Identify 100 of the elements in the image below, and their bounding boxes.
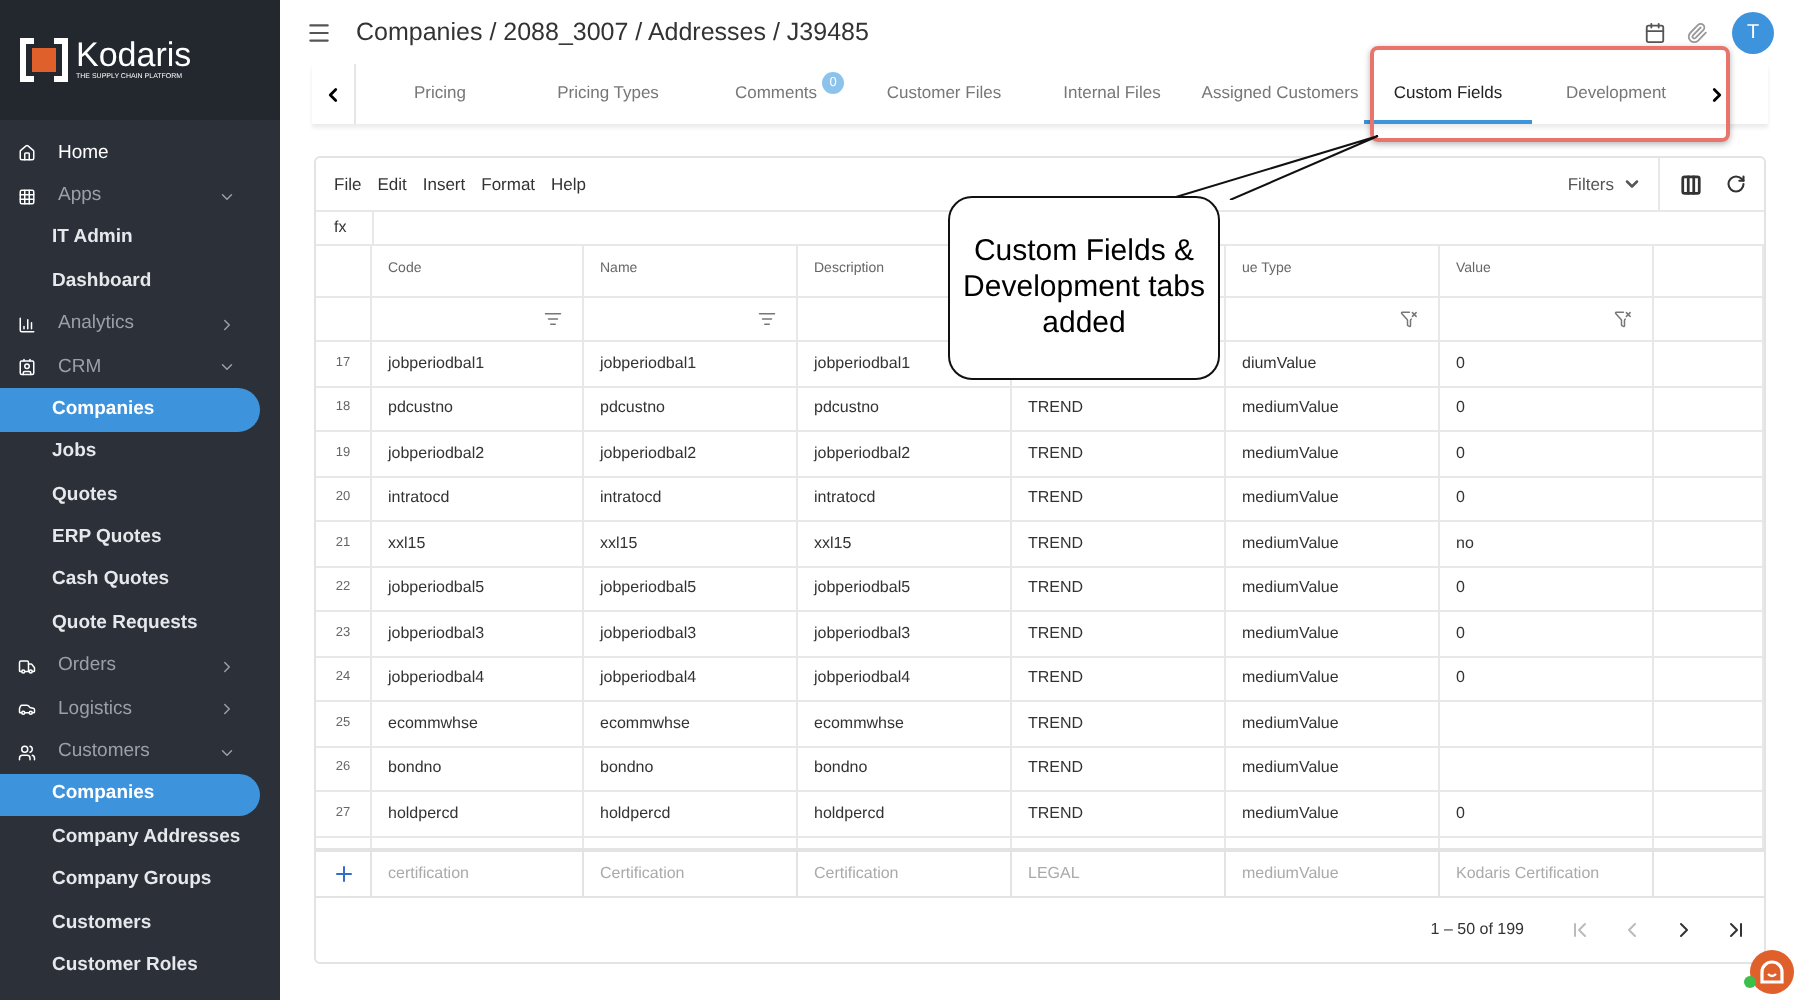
filter-icon[interactable] (758, 310, 776, 328)
menu-item[interactable]: Format (481, 171, 536, 197)
table-cell: TREND (1028, 666, 1084, 691)
columns-icon[interactable] (1680, 173, 1702, 195)
annotation-tooltip: Custom Fields & Development tabs added (948, 196, 1220, 380)
nav-item[interactable]: ERP Quotes (0, 517, 260, 560)
menu-icon[interactable] (306, 19, 332, 45)
breadcrumb: Companies / 2088_3007 / Addresses / J39485 (356, 15, 871, 50)
nav-section[interactable]: Orders (0, 645, 260, 689)
tab[interactable]: Pricing (356, 64, 524, 124)
formula-label: fx (332, 216, 349, 240)
menu-item[interactable]: Insert (422, 171, 466, 197)
menu-item[interactable]: Edit (377, 171, 407, 197)
table-cell: jobperiodbal5 (600, 576, 697, 601)
chevron-right-icon (218, 700, 236, 719)
table-cell: 0 (1456, 441, 1465, 466)
filter-icon[interactable] (544, 310, 562, 328)
table-cell: diumValue (1242, 351, 1317, 376)
tab[interactable]: Customer Files (860, 64, 1028, 124)
table-cell: TREND (1028, 621, 1084, 646)
tab[interactable]: Internal Files (1028, 64, 1196, 124)
nav-item[interactable]: Quote Requests (0, 602, 260, 646)
table-cell: pdcustno (814, 396, 879, 421)
table-cell: jobperiodbal1 (814, 351, 911, 376)
nav-item[interactable]: Companies (0, 773, 260, 817)
table-cell: TREND (1028, 576, 1084, 601)
table-cell: mediumValue (1242, 621, 1339, 646)
table-cell: pdcustno (388, 396, 453, 421)
logo-name: Kodaris (76, 38, 192, 73)
nav-section[interactable]: Apps (0, 174, 260, 218)
table-cell: 0 (1456, 576, 1465, 601)
nav-item[interactable]: Cash Quotes (0, 559, 260, 603)
last-page-icon[interactable] (1724, 917, 1748, 942)
table-cell: xxl15 (600, 531, 638, 556)
table-cell: mediumValue (1242, 666, 1339, 691)
table-cell: ecommwhse (600, 711, 690, 736)
table-cell: TREND (1028, 441, 1084, 466)
table-cell: intratocd (600, 486, 662, 511)
table-cell: jobperiodbal1 (388, 351, 485, 376)
table-cell: ecommwhse (388, 711, 478, 736)
logo-icon (20, 38, 68, 82)
table-cell: TREND (1028, 801, 1084, 826)
table-cell: intratocd (814, 486, 876, 511)
table-cell: xxl15 (814, 531, 852, 556)
nav-item[interactable]: Jobs (0, 431, 260, 475)
table-cell: ecommwhse (814, 711, 904, 736)
nav-section[interactable]: CRM (0, 345, 260, 389)
tab[interactable]: Custom Fields (1364, 64, 1532, 124)
table-cell: TREND (1028, 756, 1084, 781)
nav-item[interactable]: IT Admin (0, 217, 260, 261)
table-cell: 0 (1456, 396, 1465, 421)
nav-item[interactable]: Company Addresses (0, 816, 260, 860)
table-cell: mediumValue (1242, 396, 1339, 421)
nav-section[interactable]: Customers (0, 730, 260, 774)
menu-item[interactable]: Help (551, 171, 587, 197)
table-cell: TREND (1028, 486, 1084, 511)
pagination-range: 1 – 50 of 199 (1430, 917, 1524, 942)
table-cell: 0 (1456, 486, 1465, 511)
table-cell: jobperiodbal3 (600, 621, 697, 646)
chart-icon (18, 315, 36, 334)
table-cell: jobperiodbal2 (814, 441, 911, 466)
nav-item[interactable]: Home (0, 132, 260, 175)
table-cell: no (1456, 531, 1474, 556)
nav-item[interactable]: Customer Roles (0, 944, 260, 988)
tab[interactable]: Development (1532, 64, 1700, 124)
tab[interactable]: Assigned Customers (1196, 64, 1364, 124)
truck-icon (18, 657, 36, 676)
refresh-icon[interactable] (1726, 174, 1746, 194)
nav-section[interactable]: Logistics (0, 688, 260, 731)
table-cell: jobperiodbal5 (388, 576, 485, 601)
table-cell: holdpercd (388, 801, 459, 826)
filter-clear-icon[interactable] (1400, 310, 1418, 328)
user-avatar[interactable]: T (1732, 11, 1774, 53)
chat-icon[interactable] (1750, 950, 1794, 994)
table-cell: mediumValue (1242, 486, 1339, 511)
table-cell: TREND (1028, 531, 1084, 556)
nav-item[interactable]: Quotes (0, 474, 260, 518)
table-cell: holdpercd (814, 801, 885, 826)
table-cell: mediumValue (1242, 801, 1339, 826)
table-cell: xxl15 (388, 531, 426, 556)
menu-item[interactable]: File (334, 171, 362, 197)
filter-clear-icon[interactable] (1614, 310, 1632, 328)
nav-item[interactable]: Company Groups (0, 859, 260, 903)
nav-item[interactable]: Customers (0, 902, 260, 945)
table-cell: 0 (1456, 351, 1465, 376)
add-row-icon[interactable] (331, 861, 355, 885)
calendar-icon[interactable] (1644, 21, 1666, 43)
contact-card-icon (18, 358, 36, 377)
paperclip-icon[interactable] (1686, 21, 1708, 43)
table-cell: pdcustno (600, 396, 665, 421)
filters-button[interactable]: Filters (1567, 171, 1658, 197)
table-cell: jobperiodbal2 (388, 441, 485, 466)
nav-item[interactable]: Dashboard (0, 260, 260, 304)
table-cell: jobperiodbal2 (600, 441, 697, 466)
nav-item[interactable]: Companies (0, 388, 260, 432)
tab[interactable]: Pricing Types (524, 64, 692, 124)
home-icon (18, 144, 36, 163)
table-cell: jobperiodbal4 (388, 666, 485, 691)
nav-section[interactable]: Analytics (0, 303, 260, 346)
table-cell: 0 (1456, 801, 1465, 826)
